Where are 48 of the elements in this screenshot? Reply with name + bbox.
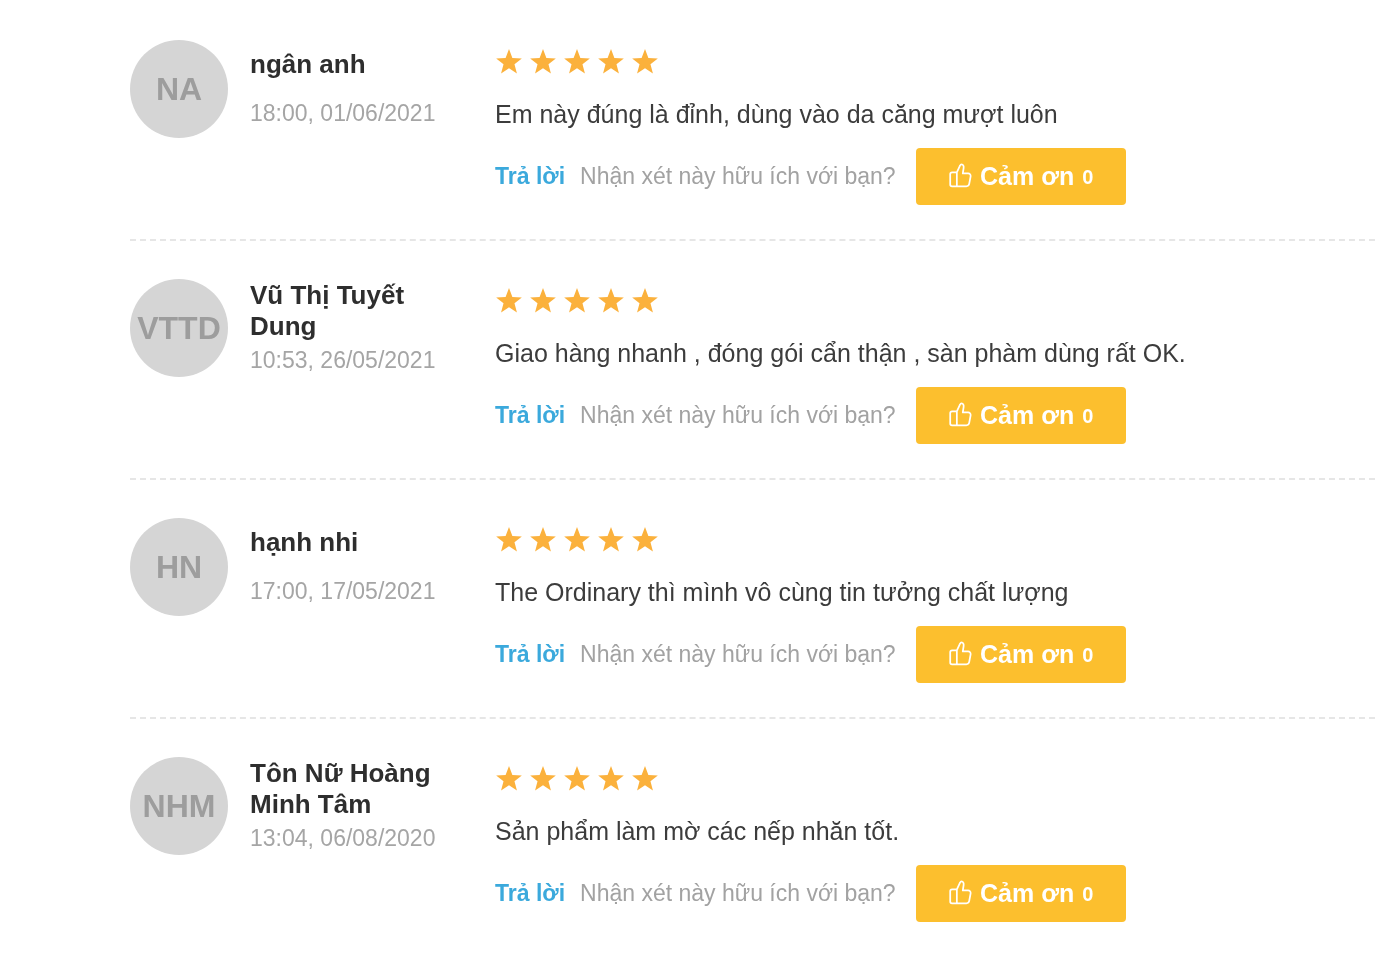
star-icon xyxy=(495,49,523,76)
reply-link[interactable]: Trả lời xyxy=(495,876,566,911)
reviewer-name: ngân anh xyxy=(250,49,367,80)
star-icon xyxy=(563,288,591,315)
review-text: Em này đúng là đỉnh, dùng vào da căng mượt luôn xyxy=(495,99,1059,130)
helpful-prompt: Nhận xét này hữu ích với bạn? xyxy=(580,162,896,192)
star-icon xyxy=(631,527,659,554)
thanks-button[interactable]: Cảm ơn 0 xyxy=(915,626,1126,683)
star-icon xyxy=(529,766,557,793)
star-icon xyxy=(495,527,523,554)
review-text: The Ordinary thì mình vô cùng tin tưởng chất lượng xyxy=(495,577,1070,608)
reviewer-name: hạnh nhi xyxy=(250,527,360,558)
review-date: 17:00, 17/05/2021 xyxy=(250,577,437,606)
reviewer-name: Vũ Thị Tuyết Dung xyxy=(250,280,406,343)
star-icon xyxy=(563,766,591,793)
star-icon xyxy=(529,527,557,554)
reply-link[interactable]: Trả lời xyxy=(495,398,566,433)
reply-link[interactable]: Trả lời xyxy=(495,159,566,194)
star-icon xyxy=(495,766,523,793)
star-icon xyxy=(597,527,625,554)
helpful-prompt: Nhận xét này hữu ích với bạn? xyxy=(580,879,896,909)
user-avatar: NHM xyxy=(130,757,228,855)
star-icon xyxy=(631,766,659,793)
helpful-prompt: Nhận xét này hữu ích với bạn? xyxy=(580,640,896,670)
review-date: 18:00, 01/06/2021 xyxy=(250,99,437,128)
star-icon xyxy=(563,527,591,554)
thanks-button[interactable]: Cảm ơn 0 xyxy=(915,865,1126,922)
thanks-button[interactable]: Cảm ơn 0 xyxy=(915,148,1126,205)
star-icon xyxy=(597,49,625,76)
review-text: Sản phẩm làm mờ các nếp nhăn tốt. xyxy=(495,816,901,847)
star-icon xyxy=(529,288,557,315)
user-avatar: NA xyxy=(130,40,228,138)
star-icon xyxy=(563,49,591,76)
review-date: 10:53, 26/05/2021 xyxy=(250,345,437,375)
star-icon xyxy=(597,766,625,793)
user-avatar: VTTD xyxy=(130,279,228,377)
star-icon xyxy=(495,288,523,315)
star-icon xyxy=(631,49,659,76)
helpful-prompt: Nhận xét này hữu ích với bạn? xyxy=(580,401,896,431)
reply-link[interactable]: Trả lời xyxy=(495,637,566,672)
star-icon xyxy=(631,288,659,315)
user-avatar: HN xyxy=(130,518,228,616)
star-icon xyxy=(529,49,557,76)
star-icon xyxy=(597,288,625,315)
review-text: Giao hàng nhanh , đóng gói cẩn thận , sàn phàm dùng rất OK. xyxy=(495,338,1187,369)
reviewer-name: Tôn Nữ Hoàng Minh Tâm xyxy=(250,758,432,821)
review-date: 13:04, 06/08/2020 xyxy=(250,823,437,853)
thanks-button[interactable]: Cảm ơn 0 xyxy=(915,387,1126,444)
